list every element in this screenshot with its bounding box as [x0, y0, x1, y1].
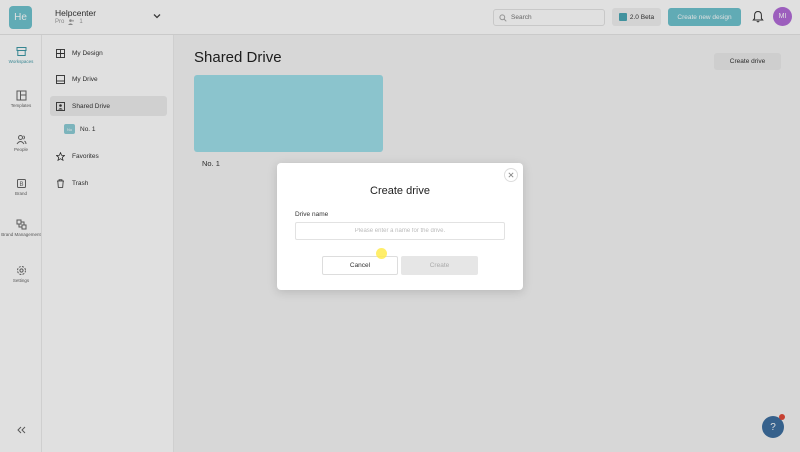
- close-icon: [508, 172, 514, 178]
- create-drive-dialog: Create drive Drive name Cancel Create: [277, 163, 523, 290]
- cancel-button[interactable]: Cancel: [322, 256, 398, 275]
- drive-name-label: Drive name: [295, 211, 329, 218]
- dialog-title: Create drive: [370, 185, 430, 197]
- create-button[interactable]: Create: [401, 256, 478, 275]
- drive-name-input[interactable]: [295, 222, 505, 240]
- close-button[interactable]: [504, 168, 518, 182]
- cursor-highlight: [376, 248, 387, 259]
